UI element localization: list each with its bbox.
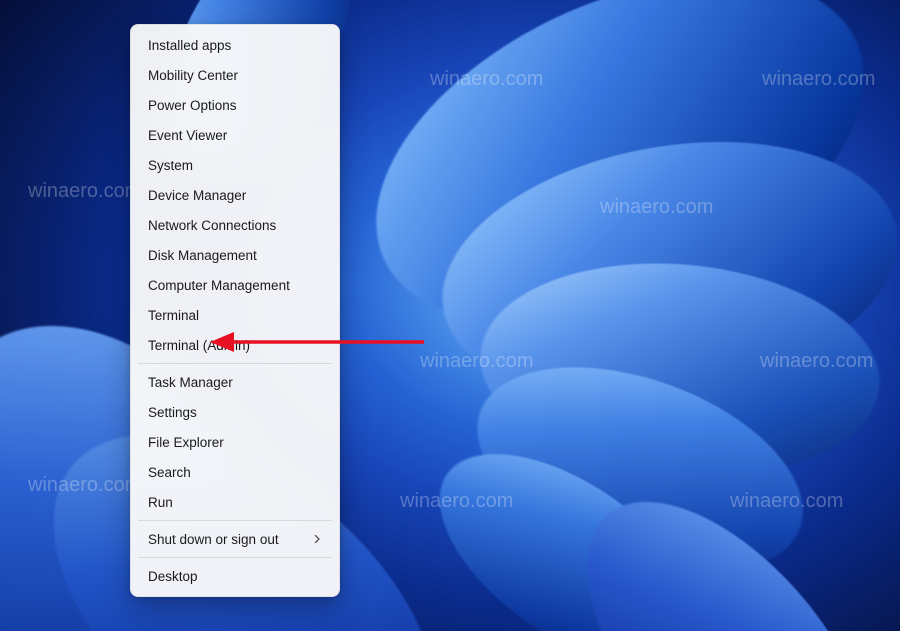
menu-item-label: Network Connections: [148, 218, 276, 233]
menu-item-label: Desktop: [148, 569, 198, 584]
menu-item-label: Terminal: [148, 308, 199, 323]
menu-item-label: Shut down or sign out: [148, 532, 279, 547]
menu-item-mobility-center[interactable]: Mobility Center: [136, 60, 334, 90]
menu-item-label: Disk Management: [148, 248, 257, 263]
menu-item-shut-down[interactable]: Shut down or sign out: [136, 524, 334, 554]
menu-item-computer-management[interactable]: Computer Management: [136, 270, 334, 300]
menu-item-installed-apps[interactable]: Installed apps: [136, 30, 334, 60]
menu-item-label: File Explorer: [148, 435, 224, 450]
menu-item-label: Terminal (Admin): [148, 338, 250, 353]
menu-item-desktop[interactable]: Desktop: [136, 561, 334, 591]
menu-item-task-manager[interactable]: Task Manager: [136, 367, 334, 397]
winx-context-menu[interactable]: Installed apps Mobility Center Power Optio…: [130, 24, 340, 597]
menu-item-label: Event Viewer: [148, 128, 227, 143]
menu-separator: [138, 557, 332, 558]
menu-item-run[interactable]: Run: [136, 487, 334, 517]
menu-item-label: Power Options: [148, 98, 237, 113]
menu-item-system[interactable]: System: [136, 150, 334, 180]
menu-item-label: Device Manager: [148, 188, 246, 203]
menu-item-label: Run: [148, 495, 173, 510]
menu-item-label: Mobility Center: [148, 68, 238, 83]
menu-item-disk-management[interactable]: Disk Management: [136, 240, 334, 270]
menu-item-settings[interactable]: Settings: [136, 397, 334, 427]
menu-item-file-explorer[interactable]: File Explorer: [136, 427, 334, 457]
chevron-right-icon: [312, 534, 322, 544]
menu-item-terminal-admin[interactable]: Terminal (Admin): [136, 330, 334, 360]
menu-item-search[interactable]: Search: [136, 457, 334, 487]
menu-separator: [138, 363, 332, 364]
menu-item-label: Settings: [148, 405, 197, 420]
menu-item-label: Installed apps: [148, 38, 231, 53]
menu-item-label: Search: [148, 465, 191, 480]
menu-item-network-connections[interactable]: Network Connections: [136, 210, 334, 240]
menu-item-power-options[interactable]: Power Options: [136, 90, 334, 120]
menu-item-label: Task Manager: [148, 375, 233, 390]
menu-item-label: Computer Management: [148, 278, 290, 293]
menu-item-terminal[interactable]: Terminal: [136, 300, 334, 330]
menu-item-label: System: [148, 158, 193, 173]
menu-item-event-viewer[interactable]: Event Viewer: [136, 120, 334, 150]
menu-item-device-manager[interactable]: Device Manager: [136, 180, 334, 210]
menu-separator: [138, 520, 332, 521]
